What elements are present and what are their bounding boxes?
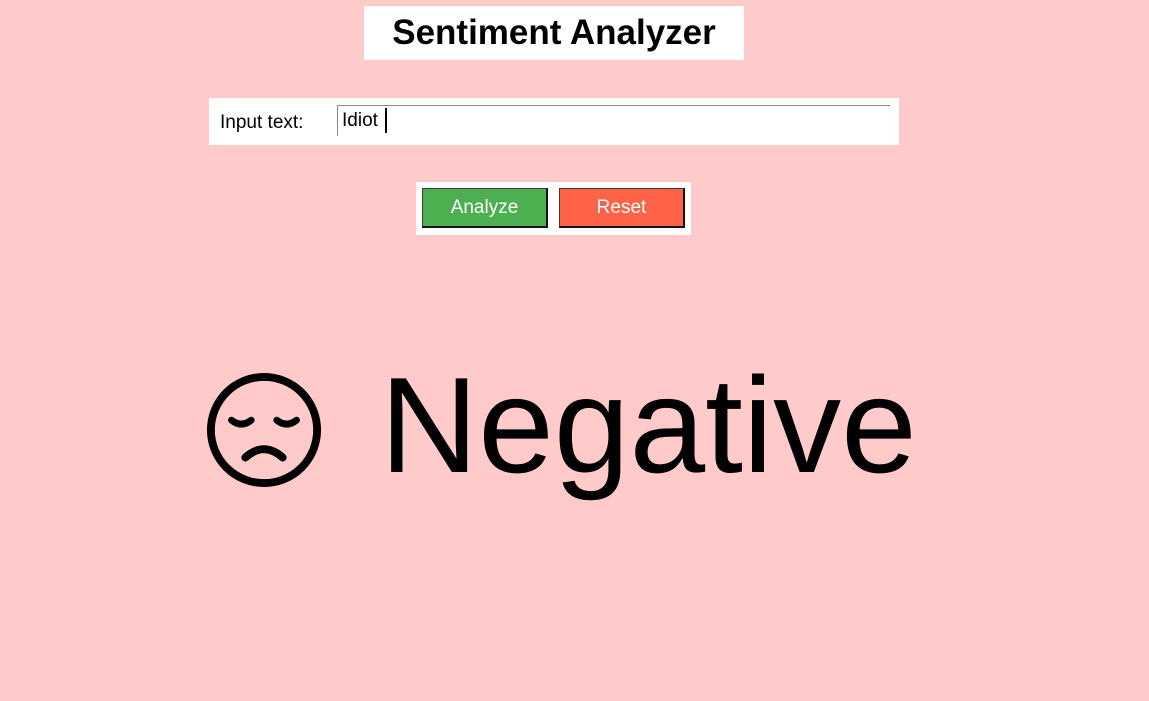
- reset-button[interactable]: Reset: [559, 188, 685, 228]
- input-label: Input text:: [220, 112, 304, 133]
- sad-face-icon: [206, 372, 322, 488]
- page-title: Sentiment Analyzer: [392, 13, 716, 52]
- sentiment-result: Negative: [205, 355, 917, 505]
- text-cursor: [385, 108, 387, 133]
- button-container: Analyze Reset: [416, 182, 691, 235]
- sentiment-label: Negative: [380, 349, 917, 501]
- analyze-button[interactable]: Analyze: [422, 188, 548, 228]
- input-container: Input text:: [209, 98, 899, 145]
- title-container: Sentiment Analyzer: [364, 6, 744, 60]
- text-input[interactable]: [337, 105, 890, 136]
